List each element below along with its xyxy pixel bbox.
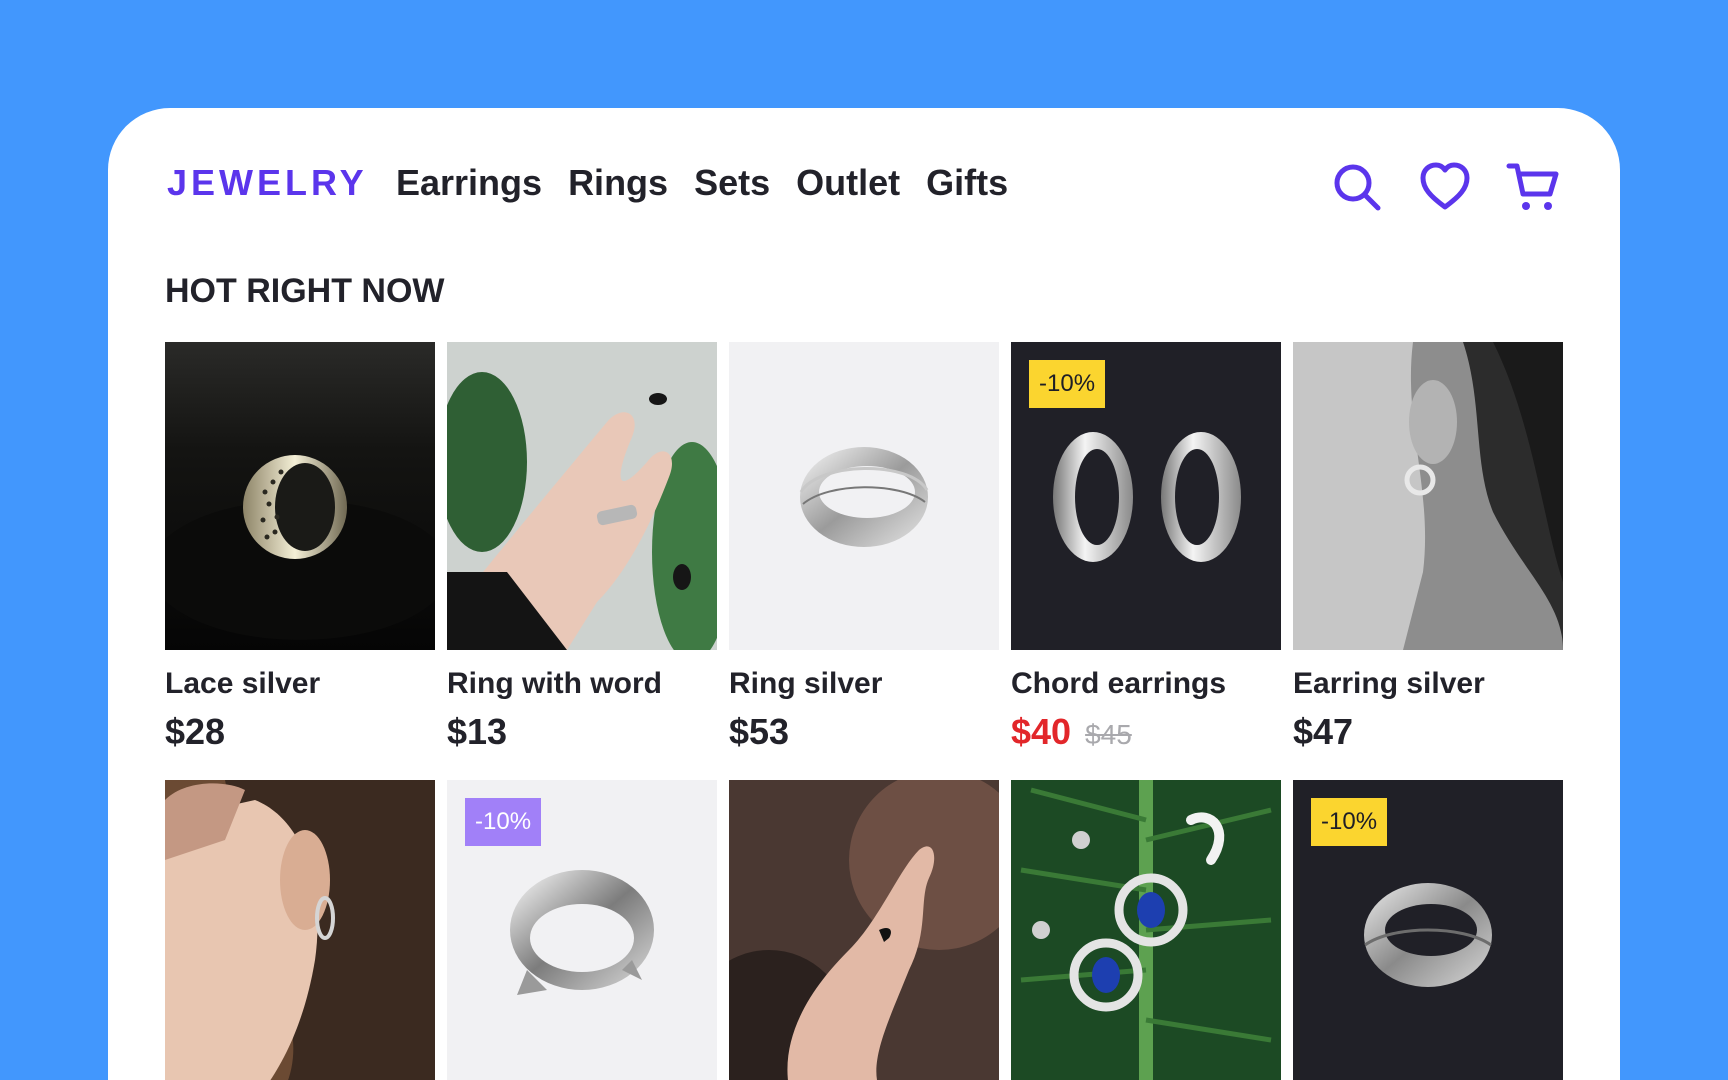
price-row: $40 $45: [1011, 712, 1281, 752]
discount-badge: -10%: [1029, 360, 1106, 408]
ring-photo: [165, 342, 435, 650]
product-card[interactable]: -10% Chord earrings $40 $45: [1011, 342, 1281, 752]
product-image: [1293, 342, 1563, 650]
product-name: Lace silver: [165, 667, 321, 700]
search-button[interactable]: [1330, 160, 1384, 214]
price-row: $53: [729, 712, 999, 752]
hand-ring-photo: [447, 342, 717, 650]
product-image: [729, 780, 999, 1080]
product-image: [1011, 780, 1281, 1080]
product-name: Chord earrings: [1011, 667, 1227, 700]
nav-sets[interactable]: Sets: [694, 162, 770, 204]
product-price: $28: [165, 711, 226, 752]
product-image: [729, 342, 999, 650]
cart-button[interactable]: [1506, 160, 1560, 214]
heart-icon: [1420, 162, 1470, 210]
product-card[interactable]: [165, 780, 435, 1080]
original-price: $45: [1085, 719, 1132, 750]
price-row: $13: [447, 712, 717, 752]
product-price: $53: [729, 711, 790, 752]
product-card[interactable]: Ring with word $13: [447, 342, 717, 752]
ear-earring-photo: [1293, 342, 1563, 650]
price-row: $47: [1293, 712, 1563, 752]
product-price: $47: [1293, 711, 1354, 752]
logo[interactable]: JEWELRY: [167, 162, 368, 204]
product-card[interactable]: Earring silver $47: [1293, 342, 1563, 752]
sale-price: $40: [1011, 711, 1072, 752]
product-name: Ring with word: [447, 667, 662, 700]
nav-earrings[interactable]: Earrings: [396, 162, 542, 204]
product-image: -10%: [1011, 342, 1281, 650]
product-card[interactable]: -10%: [447, 780, 717, 1080]
store-card: JEWELRY Earrings Rings Sets Outlet Gifts: [108, 108, 1620, 1080]
product-grid: Lace silver $28 Ring with word $13 Ring …: [165, 342, 1563, 1080]
nav-rings[interactable]: Rings: [568, 162, 668, 204]
drop-earrings-photo: [1011, 780, 1281, 1080]
search-icon: [1334, 164, 1381, 211]
ear-hoop-photo: [165, 780, 435, 1080]
product-image: -10%: [447, 780, 717, 1080]
nav-gifts[interactable]: Gifts: [926, 162, 1008, 204]
product-name: Ring silver: [729, 667, 883, 700]
product-card[interactable]: [1011, 780, 1281, 1080]
discount-badge: -10%: [1311, 798, 1388, 846]
discount-badge: -10%: [465, 798, 542, 846]
product-price: $13: [447, 711, 508, 752]
header-actions: [1330, 160, 1560, 214]
nav-outlet[interactable]: Outlet: [796, 162, 900, 204]
price-row: $28: [165, 712, 435, 752]
product-card[interactable]: Ring silver $53: [729, 342, 999, 752]
main-nav: Earrings Rings Sets Outlet Gifts: [396, 162, 1008, 204]
hand-heart-ring-photo: [729, 780, 999, 1080]
product-card[interactable]: -10%: [1293, 780, 1563, 1080]
product-card[interactable]: [729, 780, 999, 1080]
product-card[interactable]: Lace silver $28: [165, 342, 435, 752]
product-image: [165, 780, 435, 1080]
silver-ring-photo: [729, 342, 999, 650]
product-image: -10%: [1293, 780, 1563, 1080]
section-title: HOT RIGHT NOW: [165, 272, 445, 310]
product-name: Earring silver: [1293, 667, 1485, 700]
product-image: [165, 342, 435, 650]
cart-icon: [1506, 163, 1559, 210]
wishlist-button[interactable]: [1418, 160, 1472, 214]
product-image: [447, 342, 717, 650]
